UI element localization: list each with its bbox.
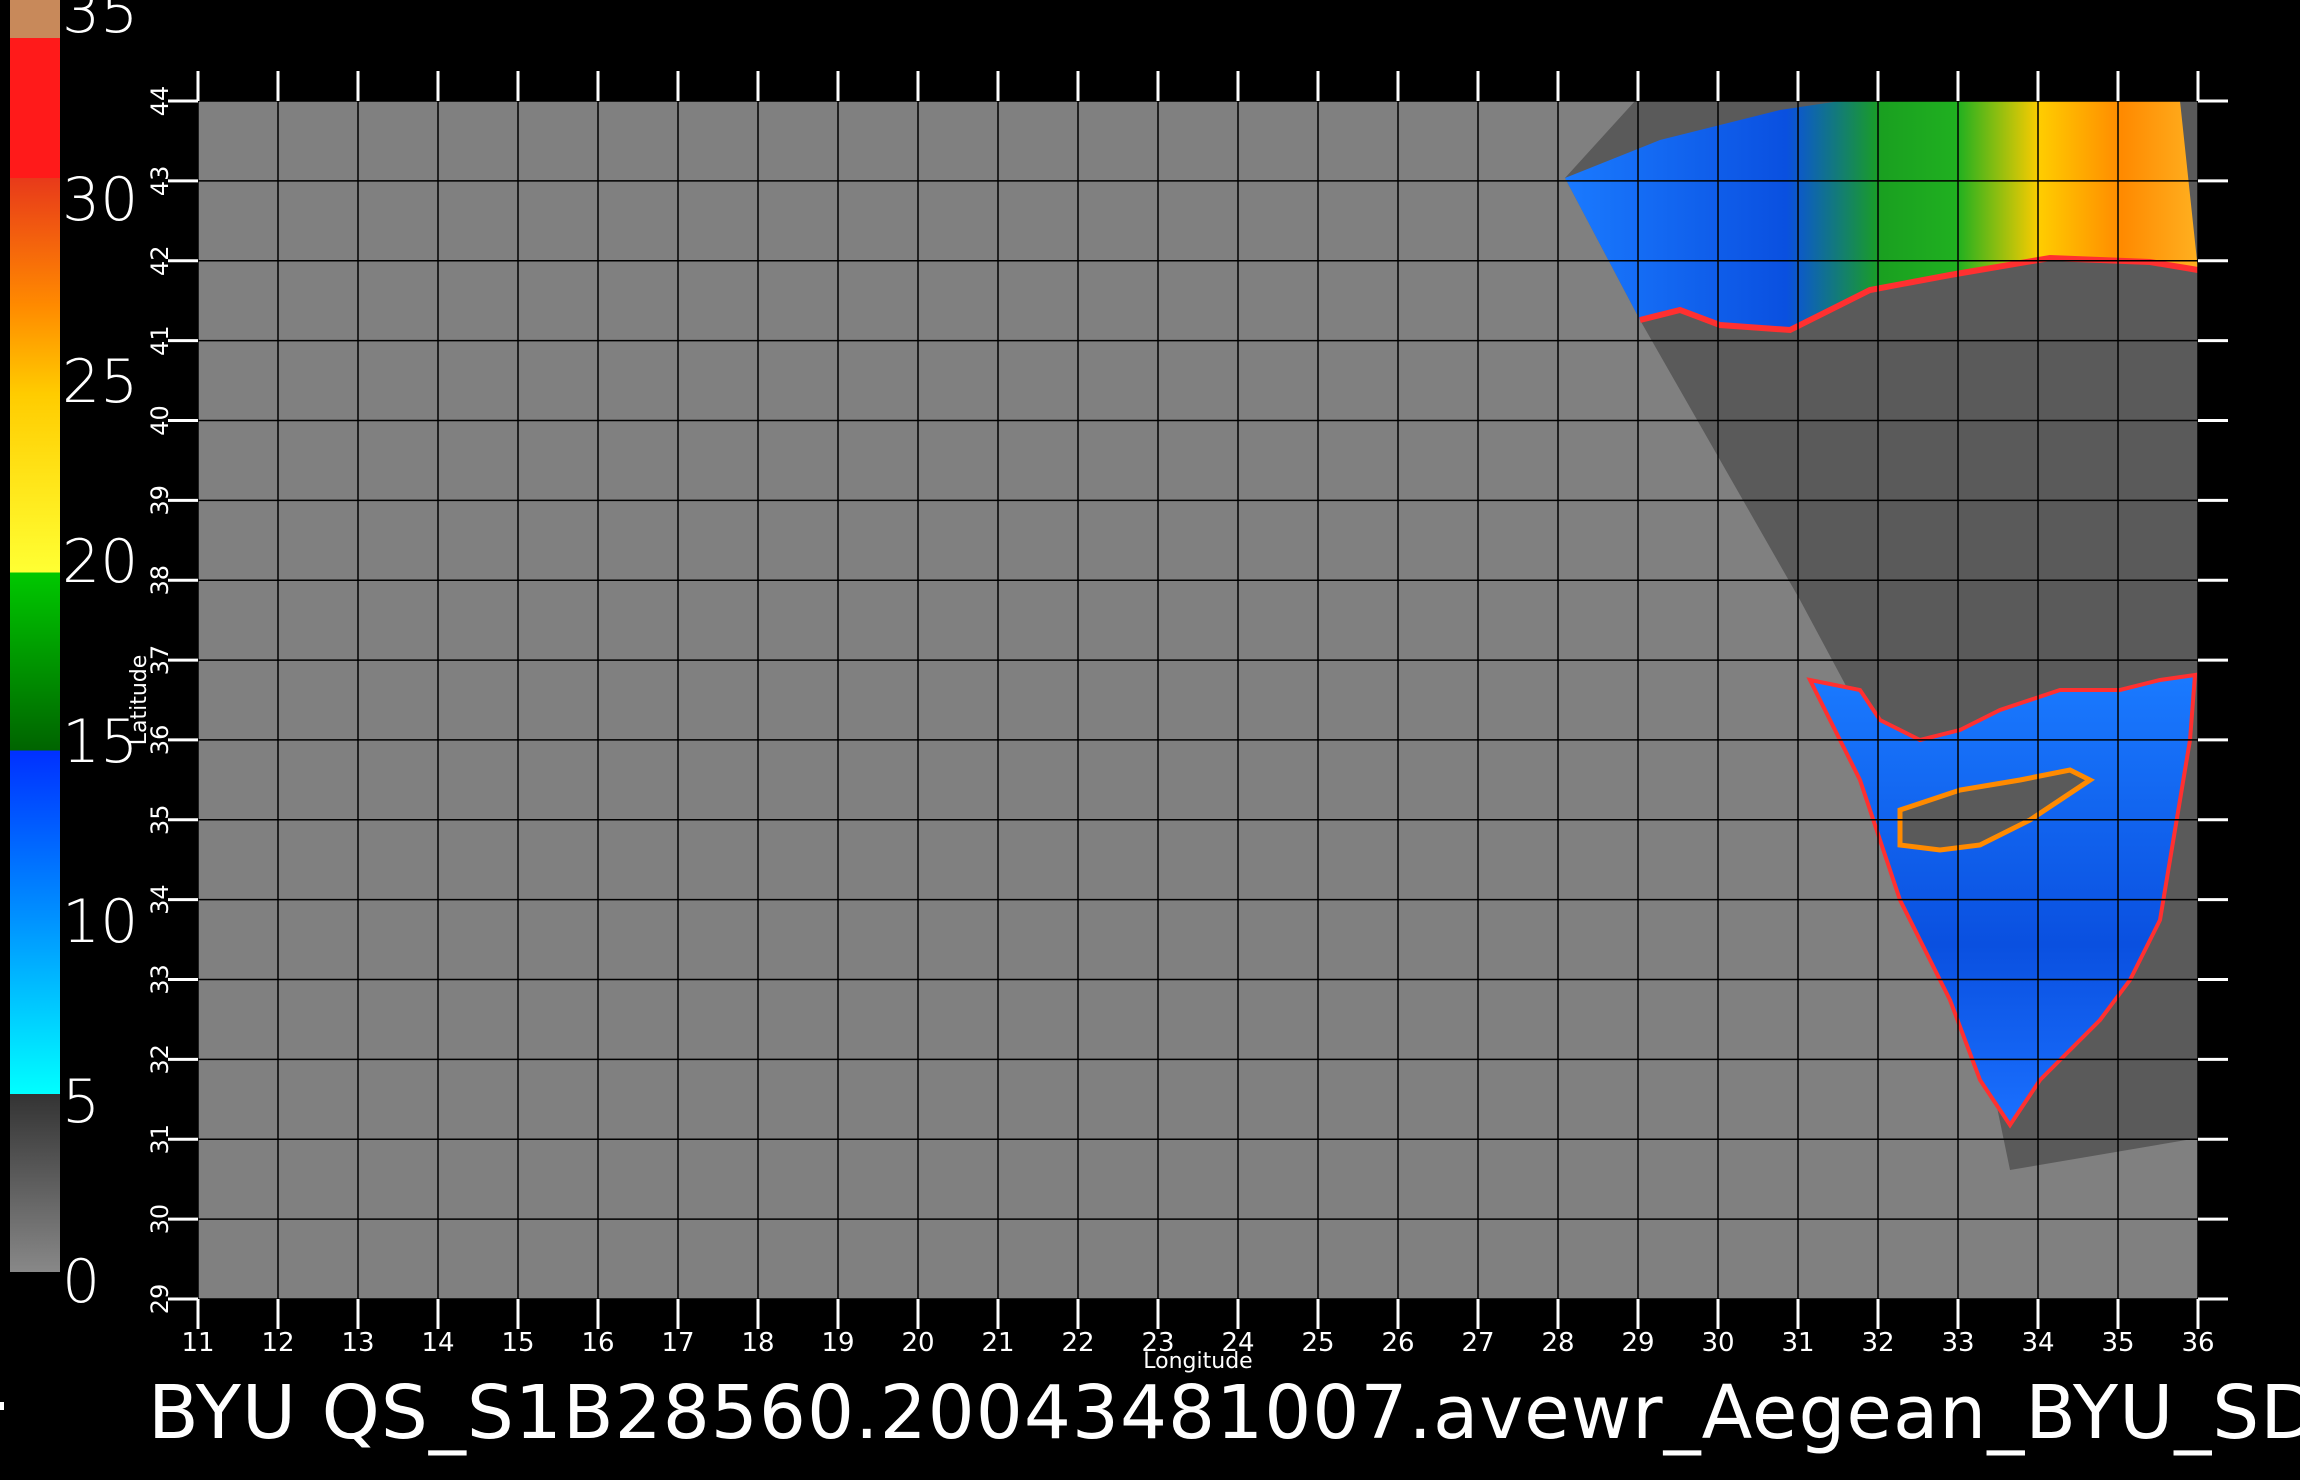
lon-tick-label-19: 19 (821, 1328, 854, 1358)
lon-tick-label-36: 36 (2181, 1328, 2214, 1358)
lat-tick-label-39: 39 (146, 485, 174, 516)
lat-tick-label-32: 32 (146, 1044, 174, 1075)
lon-tick-label-34: 34 (2021, 1328, 2054, 1358)
lat-tick-label-38: 38 (146, 565, 174, 596)
lon-tick-label-12: 12 (261, 1328, 294, 1358)
edge-marker (0, 1402, 4, 1410)
lon-tick-label-16: 16 (581, 1328, 614, 1358)
lat-tick-label-40: 40 (146, 405, 174, 436)
lon-tick-label-18: 18 (741, 1328, 774, 1358)
lon-tick-label-25: 25 (1301, 1328, 1334, 1358)
lon-tick-label-20: 20 (901, 1328, 934, 1358)
lat-tick-label-42: 42 (146, 245, 174, 276)
lon-tick-label-32: 32 (1861, 1328, 1894, 1358)
lat-tick-label-34: 34 (146, 884, 174, 915)
lon-tick-label-33: 33 (1941, 1328, 1974, 1358)
lon-tick-label-11: 11 (181, 1328, 214, 1358)
lat-tick-label-33: 33 (146, 964, 174, 995)
lat-tick-label-31: 31 (146, 1124, 174, 1155)
lon-tick-label-17: 17 (661, 1328, 694, 1358)
lon-tick-label-31: 31 (1781, 1328, 1814, 1358)
lon-tick-label-21: 21 (981, 1328, 1014, 1358)
lat-tick-label-43: 43 (146, 166, 174, 197)
lon-tick-label-27: 27 (1461, 1328, 1494, 1358)
wind-map: 11 12 13 14 15 16 17 18 19 20 21 22 23 24 25 26 27 28 29 30… (127, 71, 2228, 1374)
lon-tick-label-29: 29 (1621, 1328, 1654, 1358)
lon-tick-label-26: 26 (1381, 1328, 1414, 1358)
lon-tick-label-14: 14 (421, 1328, 454, 1358)
lon-tick-label-13: 13 (341, 1328, 374, 1358)
lat-tick-label-41: 41 (146, 325, 174, 356)
lat-tick-label-30: 30 (146, 1204, 174, 1235)
y-axis-label: Latitude (127, 655, 152, 746)
lon-tick-label-30: 30 (1701, 1328, 1734, 1358)
image-title: BYU QS_S1B28560.20043481007.avewr_Aegean… (148, 1370, 2300, 1456)
lon-tick-label-22: 22 (1061, 1328, 1094, 1358)
lon-tick-label-28: 28 (1541, 1328, 1574, 1358)
lon-tick-label-35: 35 (2101, 1328, 2134, 1358)
lon-tick-label-15: 15 (501, 1328, 534, 1358)
lat-tick-label-35: 35 (146, 805, 174, 836)
lat-tick-label-44: 44 (146, 86, 174, 117)
lat-tick-label-29: 29 (146, 1284, 174, 1315)
